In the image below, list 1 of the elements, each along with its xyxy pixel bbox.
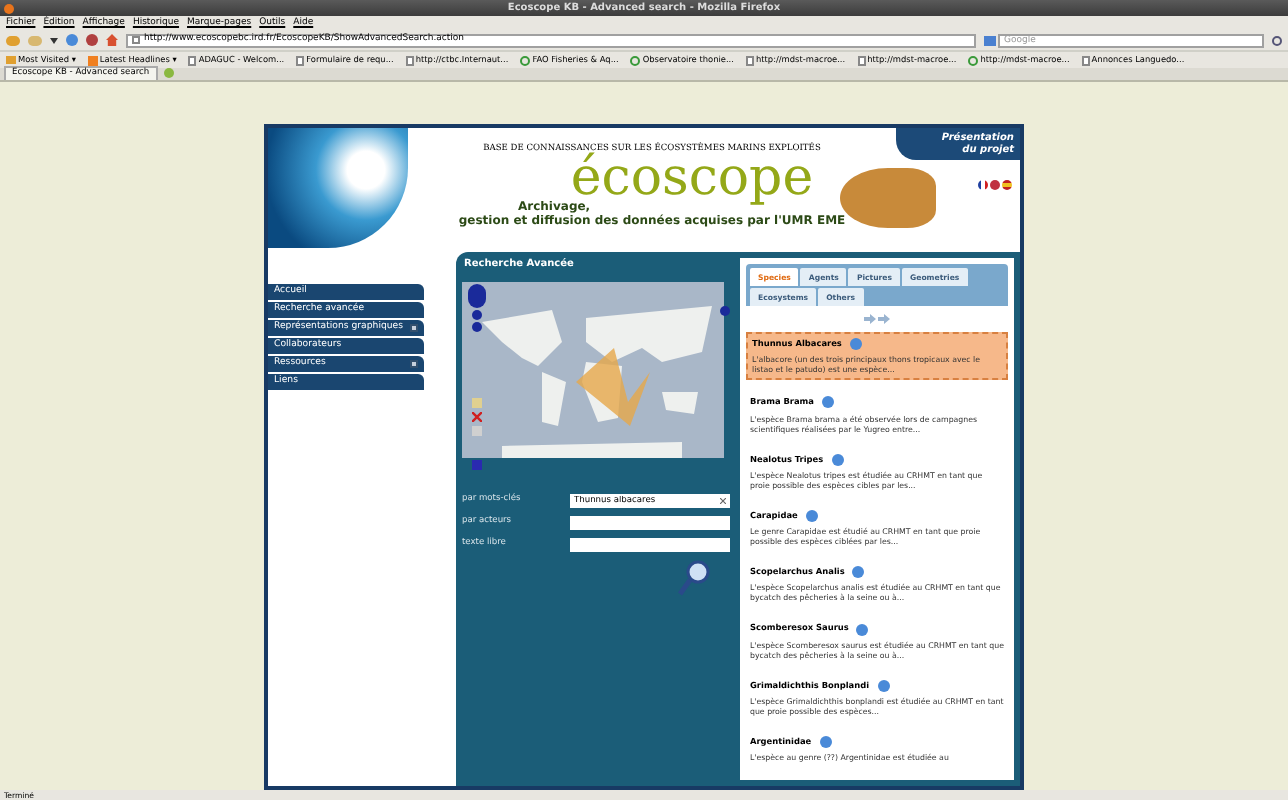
ecoscope-logo: écoscope [570,156,814,201]
